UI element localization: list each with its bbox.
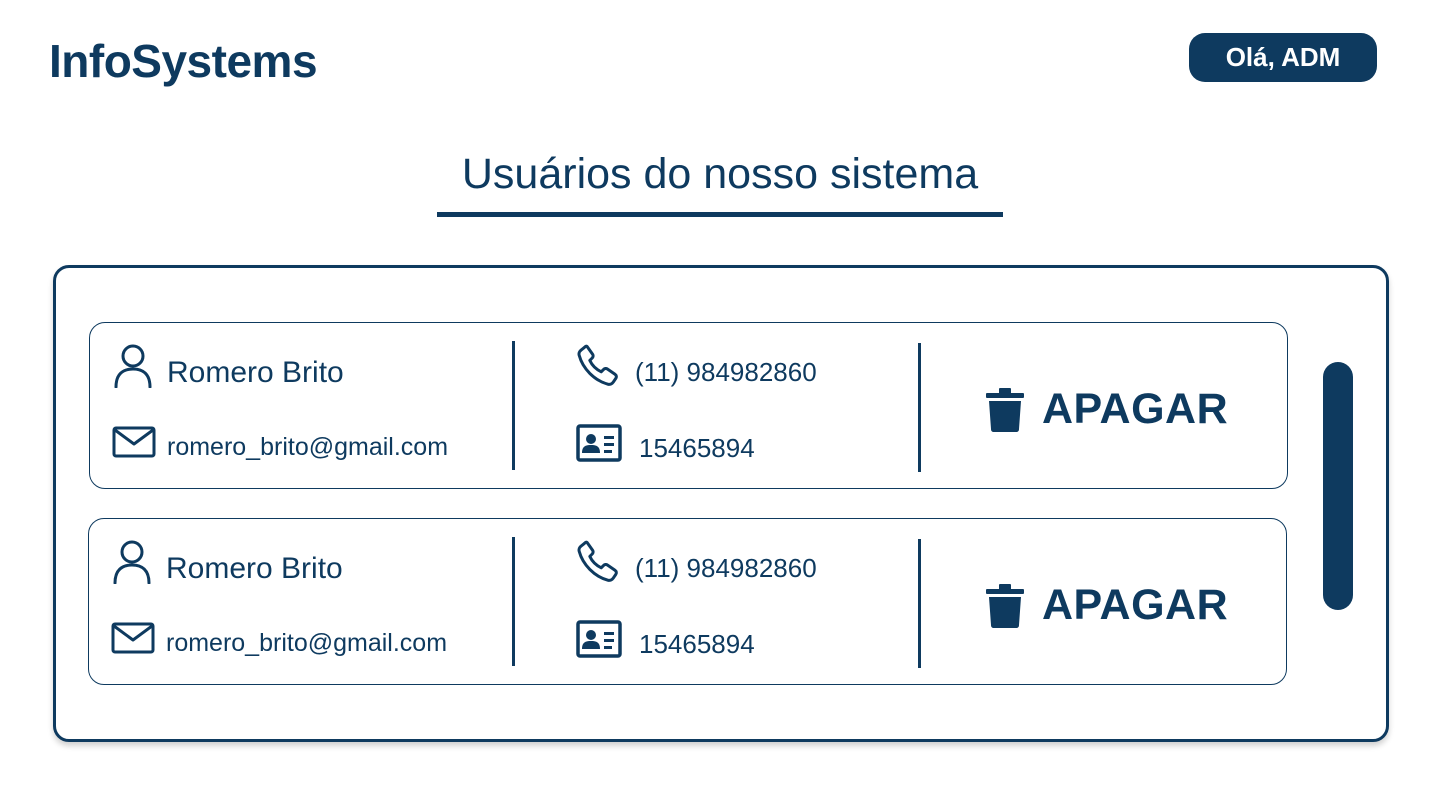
column-divider xyxy=(512,341,515,470)
user-card: Romero Brito romero_brito@gmail.com (11)… xyxy=(89,322,1288,489)
title-underline xyxy=(437,212,1003,217)
delete-button[interactable]: APAGAR xyxy=(986,581,1228,630)
user-name: Romero Brito xyxy=(167,356,344,389)
user-phone: (11) 984982860 xyxy=(635,357,817,387)
user-name: Romero Brito xyxy=(166,552,343,585)
column-divider xyxy=(918,539,921,668)
trash-icon xyxy=(986,583,1024,628)
user-email: romero_brito@gmail.com xyxy=(167,433,449,461)
column-divider xyxy=(918,343,921,472)
phone-icon xyxy=(577,540,618,582)
user-card: Romero Brito romero_brito@gmail.com (11)… xyxy=(88,518,1287,685)
user-email: romero_brito@gmail.com xyxy=(166,629,448,657)
trash-icon xyxy=(986,387,1024,432)
mail-icon xyxy=(112,426,156,458)
user-greeting-button[interactable]: Olá, ADM xyxy=(1189,33,1377,82)
phone-icon xyxy=(577,344,618,386)
delete-button-label: APAGAR xyxy=(1042,385,1229,433)
scrollbar-thumb[interactable] xyxy=(1323,362,1353,610)
user-document: 15465894 xyxy=(639,629,755,659)
user-document: 15465894 xyxy=(639,433,755,463)
column-divider xyxy=(512,537,515,666)
delete-button[interactable]: APAGAR xyxy=(986,385,1228,434)
delete-button-label: APAGAR xyxy=(1042,581,1229,629)
page-title: Usuários do nosso sistema xyxy=(461,150,979,198)
brand-logo: InfoSystems xyxy=(49,35,318,87)
user-phone: (11) 984982860 xyxy=(635,553,817,583)
mail-icon xyxy=(111,622,155,654)
user-icon xyxy=(114,344,152,388)
id-card-icon xyxy=(576,620,622,658)
user-icon xyxy=(113,540,151,584)
id-card-icon xyxy=(576,424,622,462)
